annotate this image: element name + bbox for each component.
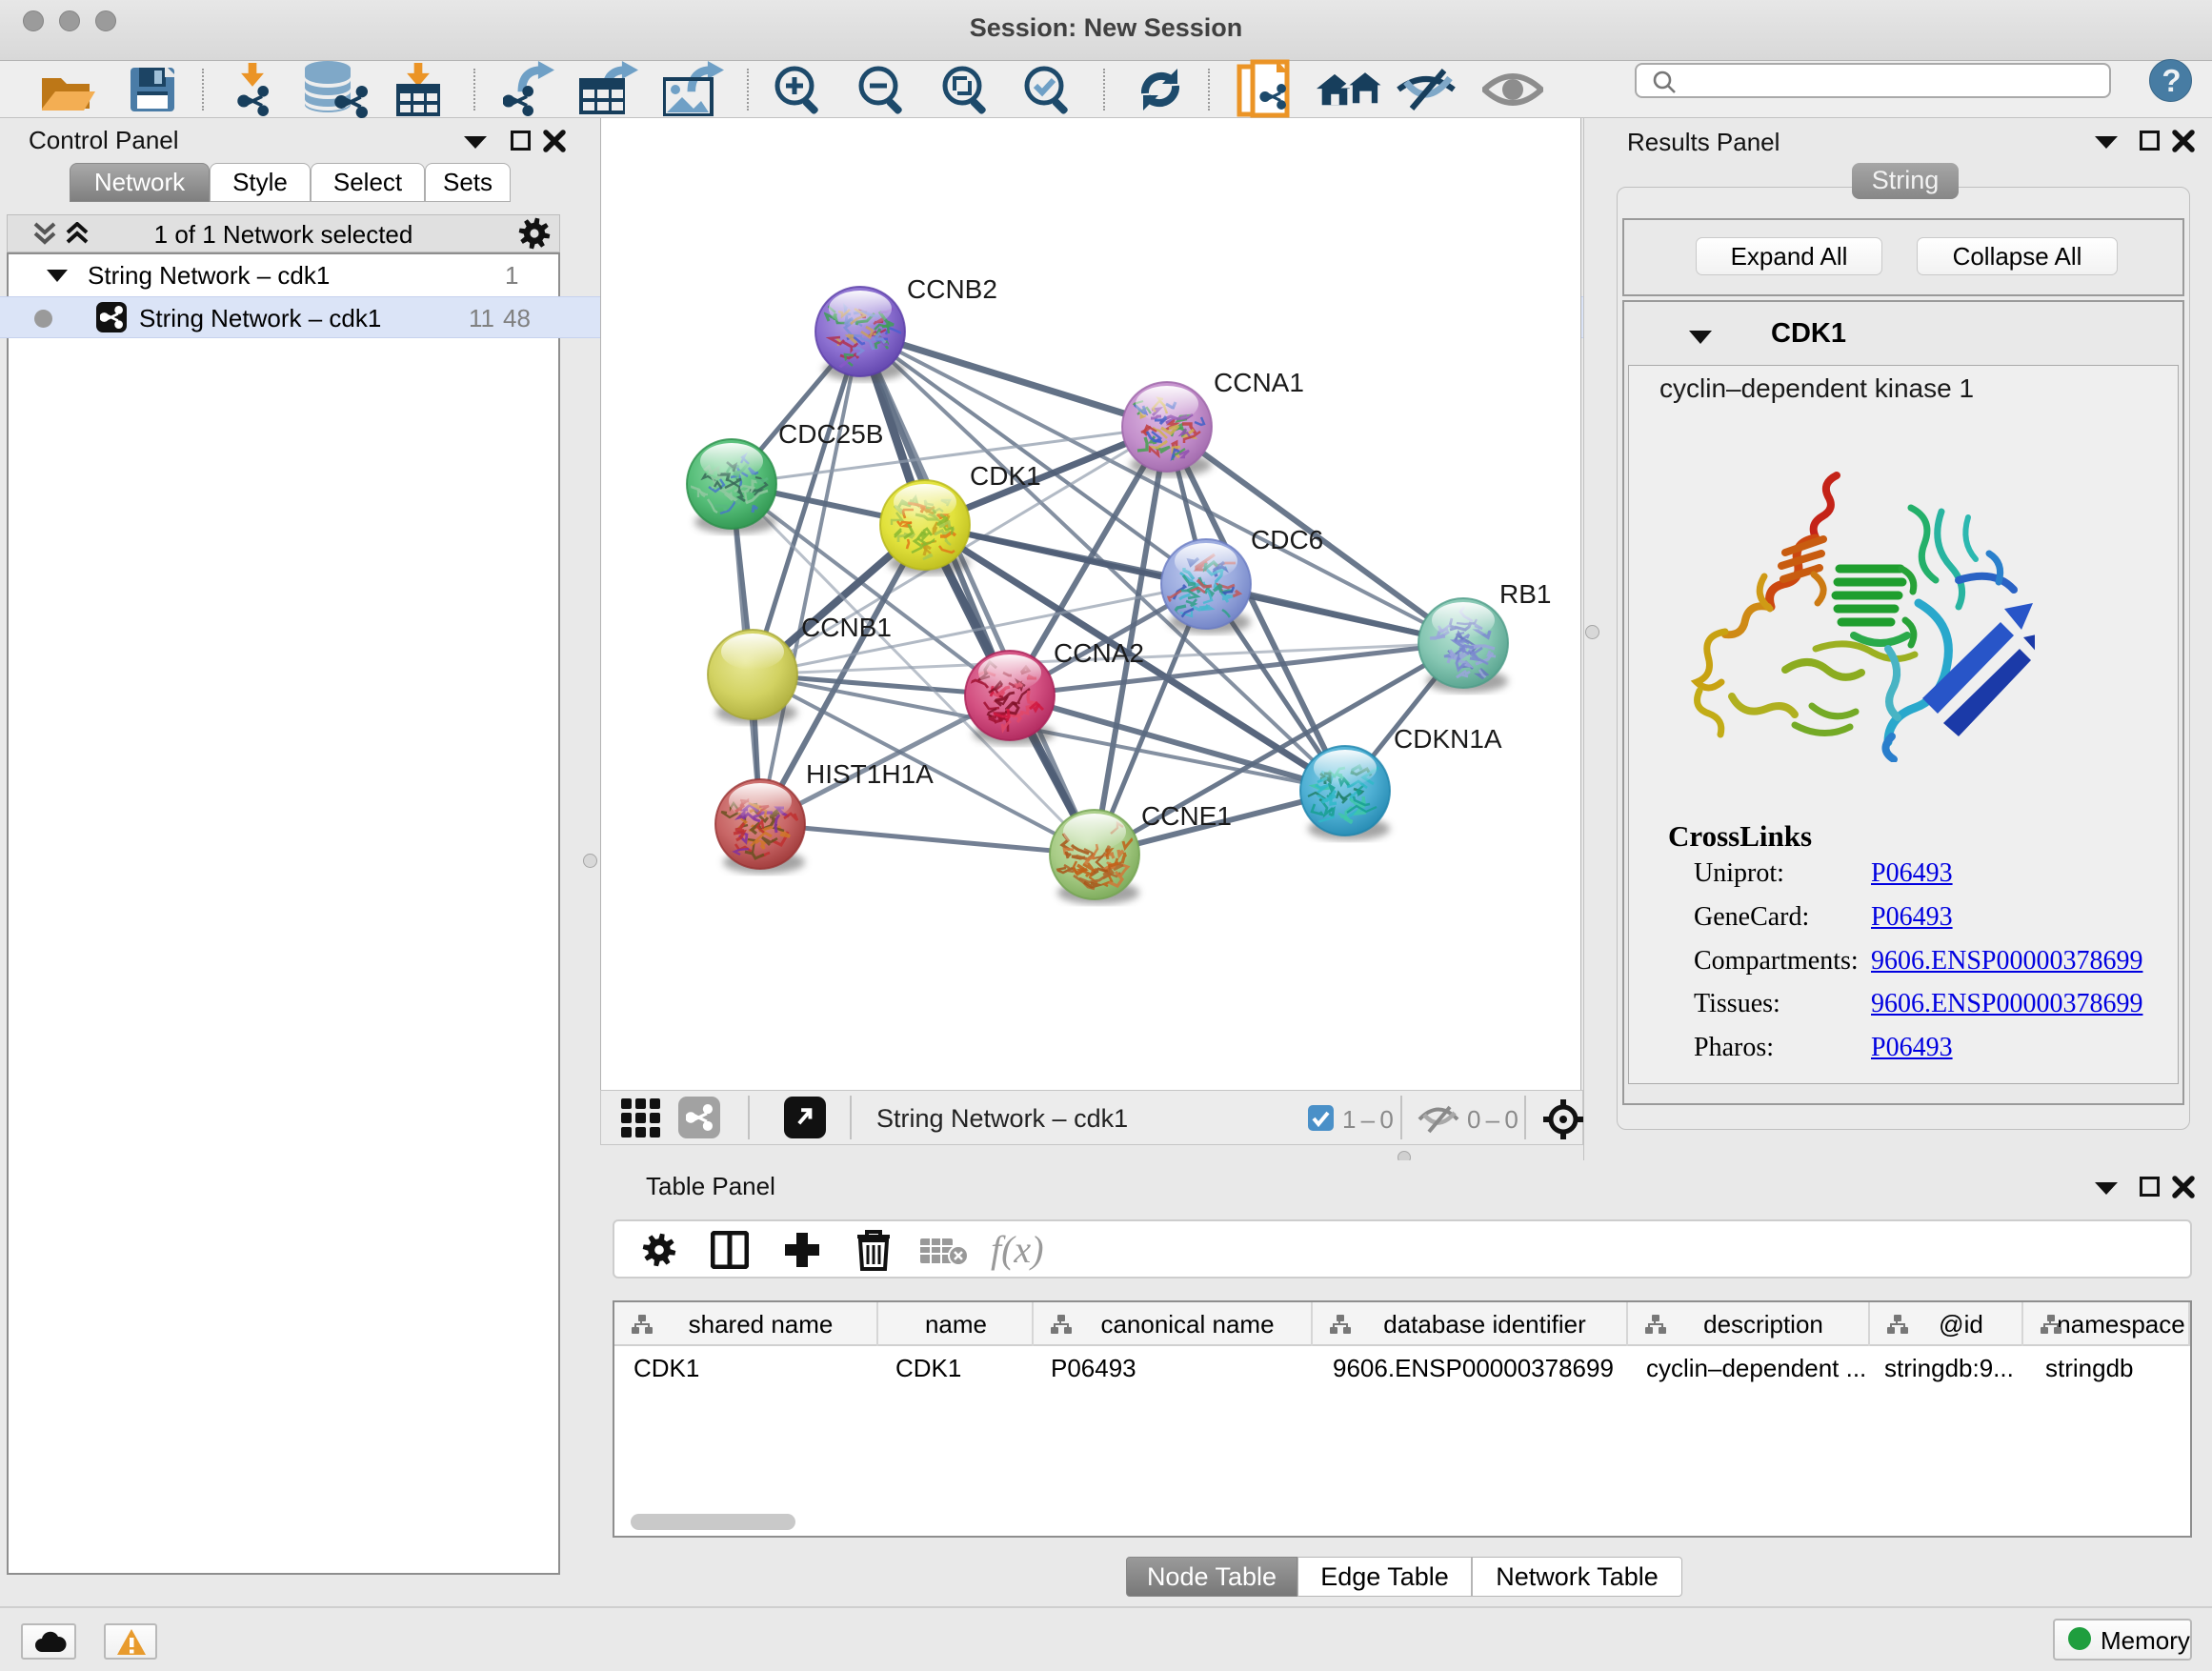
svg-text:CCNA1: CCNA1 xyxy=(1214,368,1304,397)
svg-text:CCNE1: CCNE1 xyxy=(1141,801,1232,831)
svg-text:CDC25B: CDC25B xyxy=(778,419,883,449)
svg-text:RB1: RB1 xyxy=(1499,579,1551,609)
svg-text:CCNB1: CCNB1 xyxy=(801,613,892,642)
svg-text:CDKN1A: CDKN1A xyxy=(1394,724,1502,754)
svg-text:HIST1H1A: HIST1H1A xyxy=(806,759,934,789)
svg-text:CDC6: CDC6 xyxy=(1251,525,1323,554)
svg-text:CCNA2: CCNA2 xyxy=(1054,638,1144,668)
svg-text:CCNB2: CCNB2 xyxy=(907,274,997,304)
svg-text:CDK1: CDK1 xyxy=(970,461,1041,491)
